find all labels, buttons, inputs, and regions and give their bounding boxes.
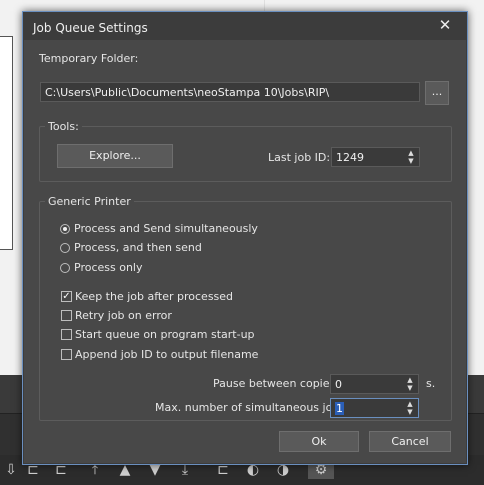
radio-process-only[interactable]: [60, 263, 70, 273]
checkbox-retry-job[interactable]: [61, 310, 72, 321]
spinner-arrows-icon[interactable]: ▲ ▼: [405, 400, 415, 416]
ok-button[interactable]: Ok: [279, 431, 359, 452]
radio-process-send-simultaneously[interactable]: [60, 224, 70, 234]
temp-folder-input[interactable]: C:\Users\Public\Documents\neoStampa 10\J…: [40, 82, 420, 102]
radio-process-then-send[interactable]: [60, 243, 70, 253]
max-jobs-value: 1: [335, 402, 344, 415]
checkbox-label[interactable]: Keep the job after processed: [75, 290, 233, 303]
checkbox-start-queue[interactable]: [61, 329, 72, 340]
max-jobs-label: Max. number of simultaneous jobs:: [155, 401, 349, 414]
close-icon[interactable]: ✕: [431, 14, 459, 36]
max-jobs-spinner[interactable]: 1 ▲ ▼: [330, 398, 419, 418]
browse-folder-button[interactable]: ...: [425, 81, 449, 105]
pause-between-copies-spinner[interactable]: 0 ▲ ▼: [330, 374, 419, 394]
background-panel: [0, 36, 13, 250]
generic-printer-label: Generic Printer: [45, 195, 134, 208]
pause-unit-label: s.: [426, 377, 436, 390]
pause-value: 0: [335, 378, 342, 391]
tool-icon-1[interactable]: ⇩: [2, 461, 20, 479]
checkbox-keep-job[interactable]: ✓: [61, 291, 72, 302]
last-job-id-spinner[interactable]: 1249 ▲ ▼: [331, 147, 420, 167]
radio-label[interactable]: Process and Send simultaneously: [74, 222, 258, 235]
last-job-id-label: Last job ID:: [268, 151, 331, 164]
temp-folder-label: Temporary Folder:: [39, 52, 139, 65]
spinner-arrows-icon[interactable]: ▲ ▼: [406, 149, 416, 165]
radio-label[interactable]: Process only: [74, 261, 143, 274]
dialog-body: Temporary Folder: C:\Users\Public\Docume…: [24, 40, 466, 463]
checkbox-label[interactable]: Start queue on program start-up: [75, 328, 255, 341]
pause-between-copies-label: Pause between copies:: [213, 377, 339, 390]
tools-group-label: Tools:: [45, 120, 82, 133]
checkbox-label[interactable]: Append job ID to output filename: [75, 348, 258, 361]
dialog-title: Job Queue Settings: [33, 21, 148, 35]
explore-button[interactable]: Explore...: [57, 144, 173, 168]
last-job-id-value: 1249: [336, 151, 364, 164]
spinner-arrows-icon[interactable]: ▲ ▼: [405, 376, 415, 392]
checkbox-append-job-id[interactable]: [61, 349, 72, 360]
job-queue-settings-dialog: Job Queue Settings ✕ Temporary Folder: C…: [22, 11, 468, 465]
radio-label[interactable]: Process, and then send: [74, 241, 202, 254]
cancel-button[interactable]: Cancel: [369, 431, 451, 452]
checkbox-label[interactable]: Retry job on error: [75, 309, 172, 322]
title-bar: Job Queue Settings ✕: [23, 12, 467, 40]
